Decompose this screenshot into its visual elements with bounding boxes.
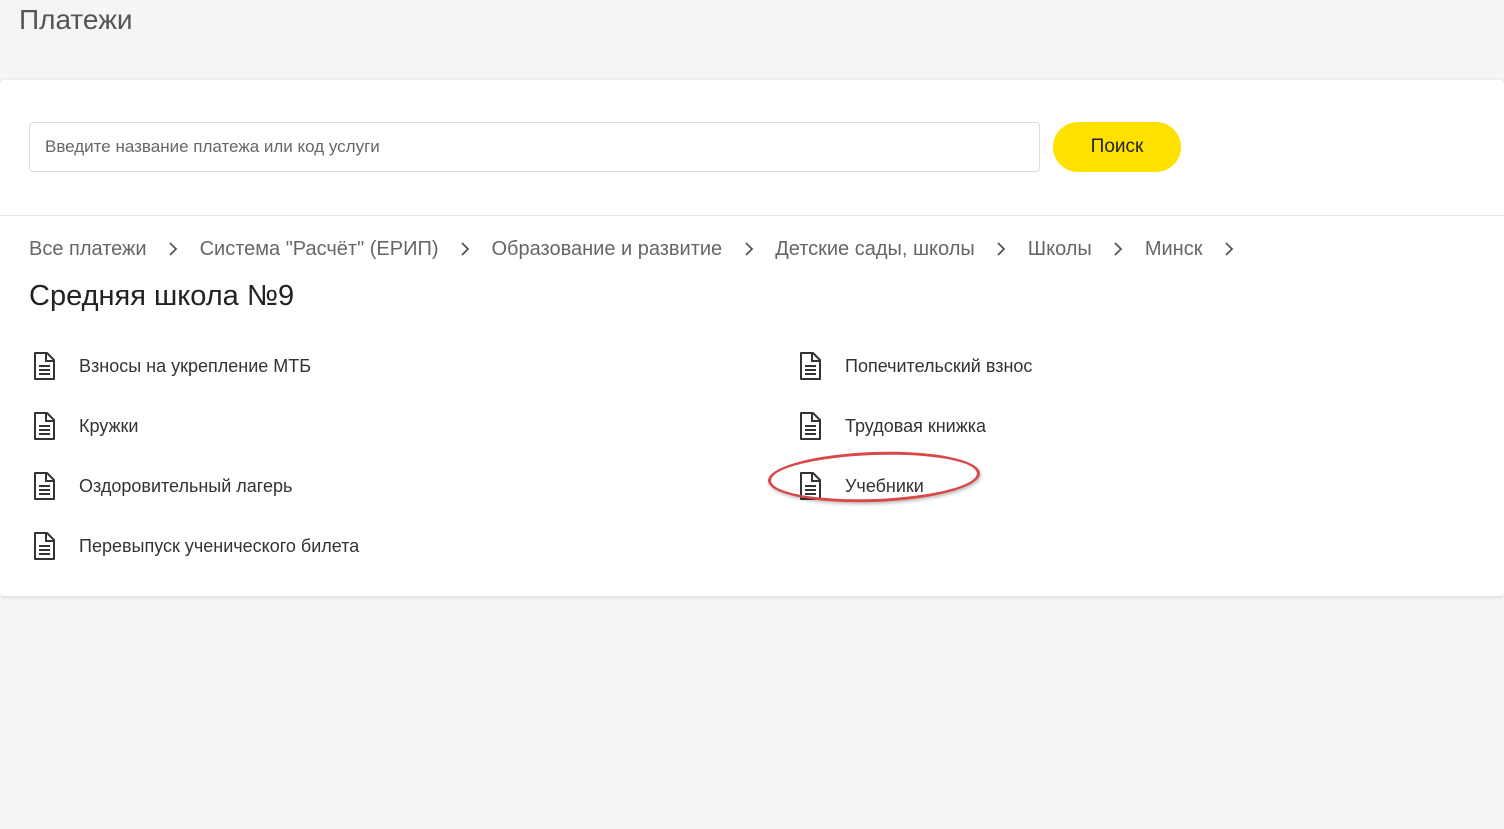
service-label: Взносы на укрепление МТБ (79, 355, 312, 376)
breadcrumb-item-erip[interactable]: Система "Расчёт" (ЕРИП) (200, 238, 439, 261)
service-item-textbooks[interactable]: Учебники (795, 456, 1032, 516)
chevron-right-icon (1202, 234, 1255, 264)
service-label: Кружки (79, 415, 139, 436)
service-item[interactable]: Трудовая книжка (795, 396, 1032, 456)
breadcrumb-item-education[interactable]: Образование и развитие (491, 238, 722, 261)
payments-card: Поиск Все платежи Система "Расчёт" (ЕРИП… (0, 80, 1504, 596)
breadcrumb-item-all-payments[interactable]: Все платежи (29, 238, 147, 261)
document-icon (795, 351, 825, 381)
section-title: Средняя школа №9 (29, 280, 295, 312)
breadcrumb-item-minsk[interactable]: Минск (1145, 238, 1203, 261)
page-title: Платежи (19, 4, 133, 35)
document-icon (29, 531, 59, 561)
chevron-right-icon (438, 234, 491, 264)
chevron-right-icon (1092, 234, 1145, 264)
service-label: Перевыпуск ученического билета (79, 535, 360, 556)
service-label: Оздоровительный лагерь (79, 475, 293, 496)
services-list-right: Попечительский взнос Трудовая книжка Уче… (795, 336, 1032, 516)
search-button[interactable]: Поиск (1053, 122, 1181, 172)
chevron-right-icon (147, 234, 200, 264)
document-icon (795, 411, 825, 441)
document-icon (29, 471, 59, 501)
breadcrumb-item-schools[interactable]: Школы (1028, 238, 1092, 261)
search-input[interactable] (29, 122, 1040, 172)
search-bar: Поиск (0, 80, 1504, 216)
document-icon (795, 471, 825, 501)
service-item[interactable]: Попечительский взнос (795, 336, 1032, 396)
service-item[interactable]: Взносы на укрепление МТБ (29, 336, 359, 396)
document-icon (29, 351, 59, 381)
services-list-left: Взносы на укрепление МТБ Кружки Оздорови… (29, 336, 359, 576)
service-label: Попечительский взнос (845, 355, 1033, 376)
chevron-right-icon (975, 234, 1028, 264)
service-label: Трудовая книжка (845, 415, 987, 436)
service-item[interactable]: Кружки (29, 396, 359, 456)
service-item[interactable]: Оздоровительный лагерь (29, 456, 359, 516)
document-icon (29, 411, 59, 441)
breadcrumb-item-kindergartens-schools[interactable]: Детские сады, школы (775, 238, 975, 261)
breadcrumb: Все платежи Система "Расчёт" (ЕРИП) Обра… (29, 234, 1255, 264)
service-item[interactable]: Перевыпуск ученического билета (29, 516, 359, 576)
service-label: Учебники (845, 475, 924, 496)
chevron-right-icon (722, 234, 775, 264)
